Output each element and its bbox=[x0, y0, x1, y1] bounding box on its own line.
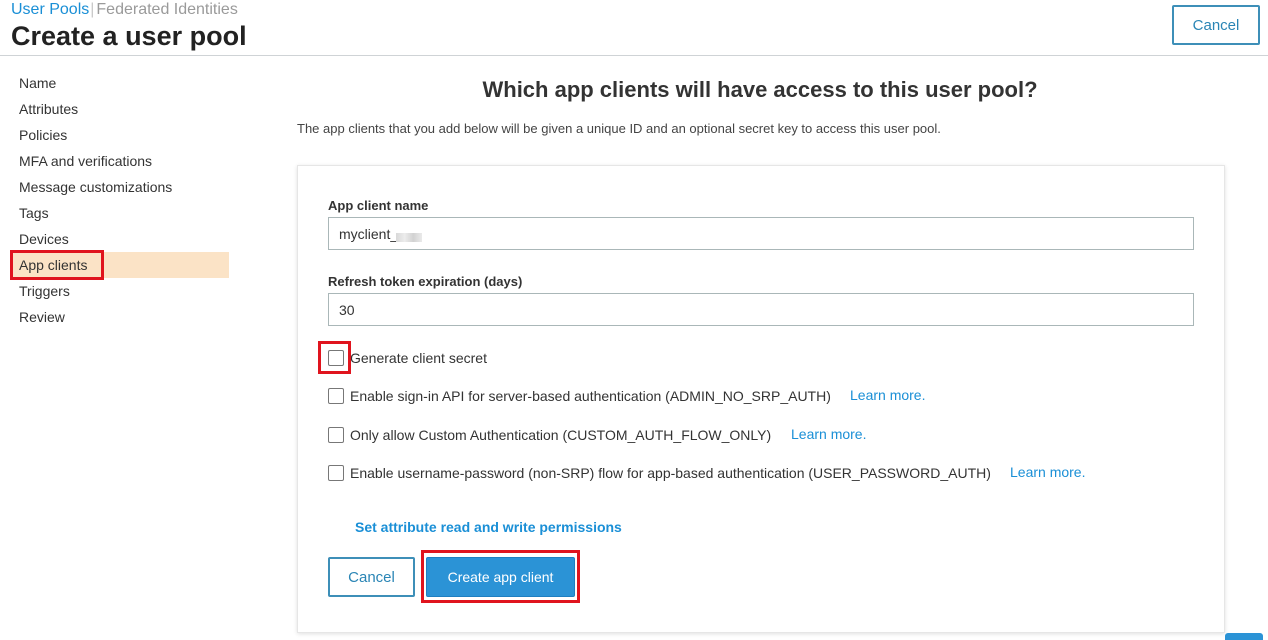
form-cancel-button[interactable]: Cancel bbox=[328, 557, 415, 597]
generate-secret-checkbox[interactable] bbox=[328, 350, 344, 366]
custom-auth-label: Only allow Custom Authentication (CUSTOM… bbox=[350, 427, 772, 443]
client-name-label: App client name bbox=[328, 198, 429, 213]
checkbox-row-custom-auth: Only allow Custom Authentication (CUSTOM… bbox=[328, 426, 1198, 445]
sidebar-item-policies[interactable]: Policies bbox=[12, 122, 229, 148]
set-permissions-link[interactable]: Set attribute read and write permissions bbox=[355, 519, 622, 535]
sidebar-item-message-customizations[interactable]: Message customizations bbox=[12, 174, 229, 200]
sidebar-item-name[interactable]: Name bbox=[12, 70, 229, 96]
header: User Pools| Federated Identities Create a… bbox=[0, 0, 1268, 56]
custom-auth-checkbox[interactable] bbox=[328, 427, 344, 443]
sidebar-item-attributes[interactable]: Attributes bbox=[12, 96, 229, 122]
sidebar-item-triggers[interactable]: Triggers bbox=[12, 278, 229, 304]
app-client-form: App client name Refresh token expiration… bbox=[297, 165, 1225, 633]
breadcrumb-user-pools[interactable]: User Pools bbox=[11, 1, 89, 18]
user-password-auth-checkbox[interactable] bbox=[328, 465, 344, 481]
generate-secret-label: Generate client secret bbox=[350, 350, 487, 366]
admin-no-srp-checkbox[interactable] bbox=[328, 388, 344, 404]
sidebar-item-review[interactable]: Review bbox=[12, 304, 229, 330]
breadcrumb-federated-identities[interactable]: Federated Identities bbox=[96, 1, 237, 18]
redacted-text bbox=[396, 233, 422, 242]
sidebar: Name Attributes Policies MFA and verific… bbox=[0, 56, 260, 640]
sidebar-item-mfa-and-verifications[interactable]: MFA and verifications bbox=[12, 148, 229, 174]
section-description: The app clients that you add below will … bbox=[297, 121, 941, 136]
refresh-token-input[interactable] bbox=[328, 293, 1194, 326]
client-name-input[interactable] bbox=[328, 217, 1194, 250]
header-cancel-button[interactable]: Cancel bbox=[1172, 5, 1260, 45]
user-password-auth-learn-more-link[interactable]: Learn more. bbox=[1010, 464, 1085, 480]
checkbox-row-admin-no-srp: Enable sign-in API for server-based auth… bbox=[328, 387, 1198, 406]
admin-no-srp-learn-more-link[interactable]: Learn more. bbox=[850, 387, 925, 403]
admin-no-srp-label: Enable sign-in API for server-based auth… bbox=[350, 388, 831, 404]
client-name-field-wrap bbox=[298, 217, 1224, 250]
sidebar-item-app-clients[interactable]: App clients bbox=[12, 252, 229, 278]
section-title: Which app clients will have access to th… bbox=[482, 77, 1038, 102]
create-app-client-button[interactable]: Create app client bbox=[426, 557, 575, 597]
user-password-auth-label: Enable username-password (non-SRP) flow … bbox=[350, 465, 991, 481]
checkbox-row-user-password-auth: Enable username-password (non-SRP) flow … bbox=[328, 464, 1198, 483]
feedback-widget[interactable] bbox=[1225, 633, 1263, 640]
sidebar-item-tags[interactable]: Tags bbox=[12, 200, 229, 226]
custom-auth-learn-more-link[interactable]: Learn more. bbox=[791, 426, 866, 442]
refresh-token-label: Refresh token expiration (days) bbox=[328, 274, 523, 289]
main-content: Which app clients will have access to th… bbox=[260, 56, 1268, 640]
breadcrumb: User Pools| Federated Identities bbox=[11, 1, 238, 19]
sidebar-item-devices[interactable]: Devices bbox=[12, 226, 229, 252]
page-title: Create a user pool bbox=[11, 21, 247, 51]
